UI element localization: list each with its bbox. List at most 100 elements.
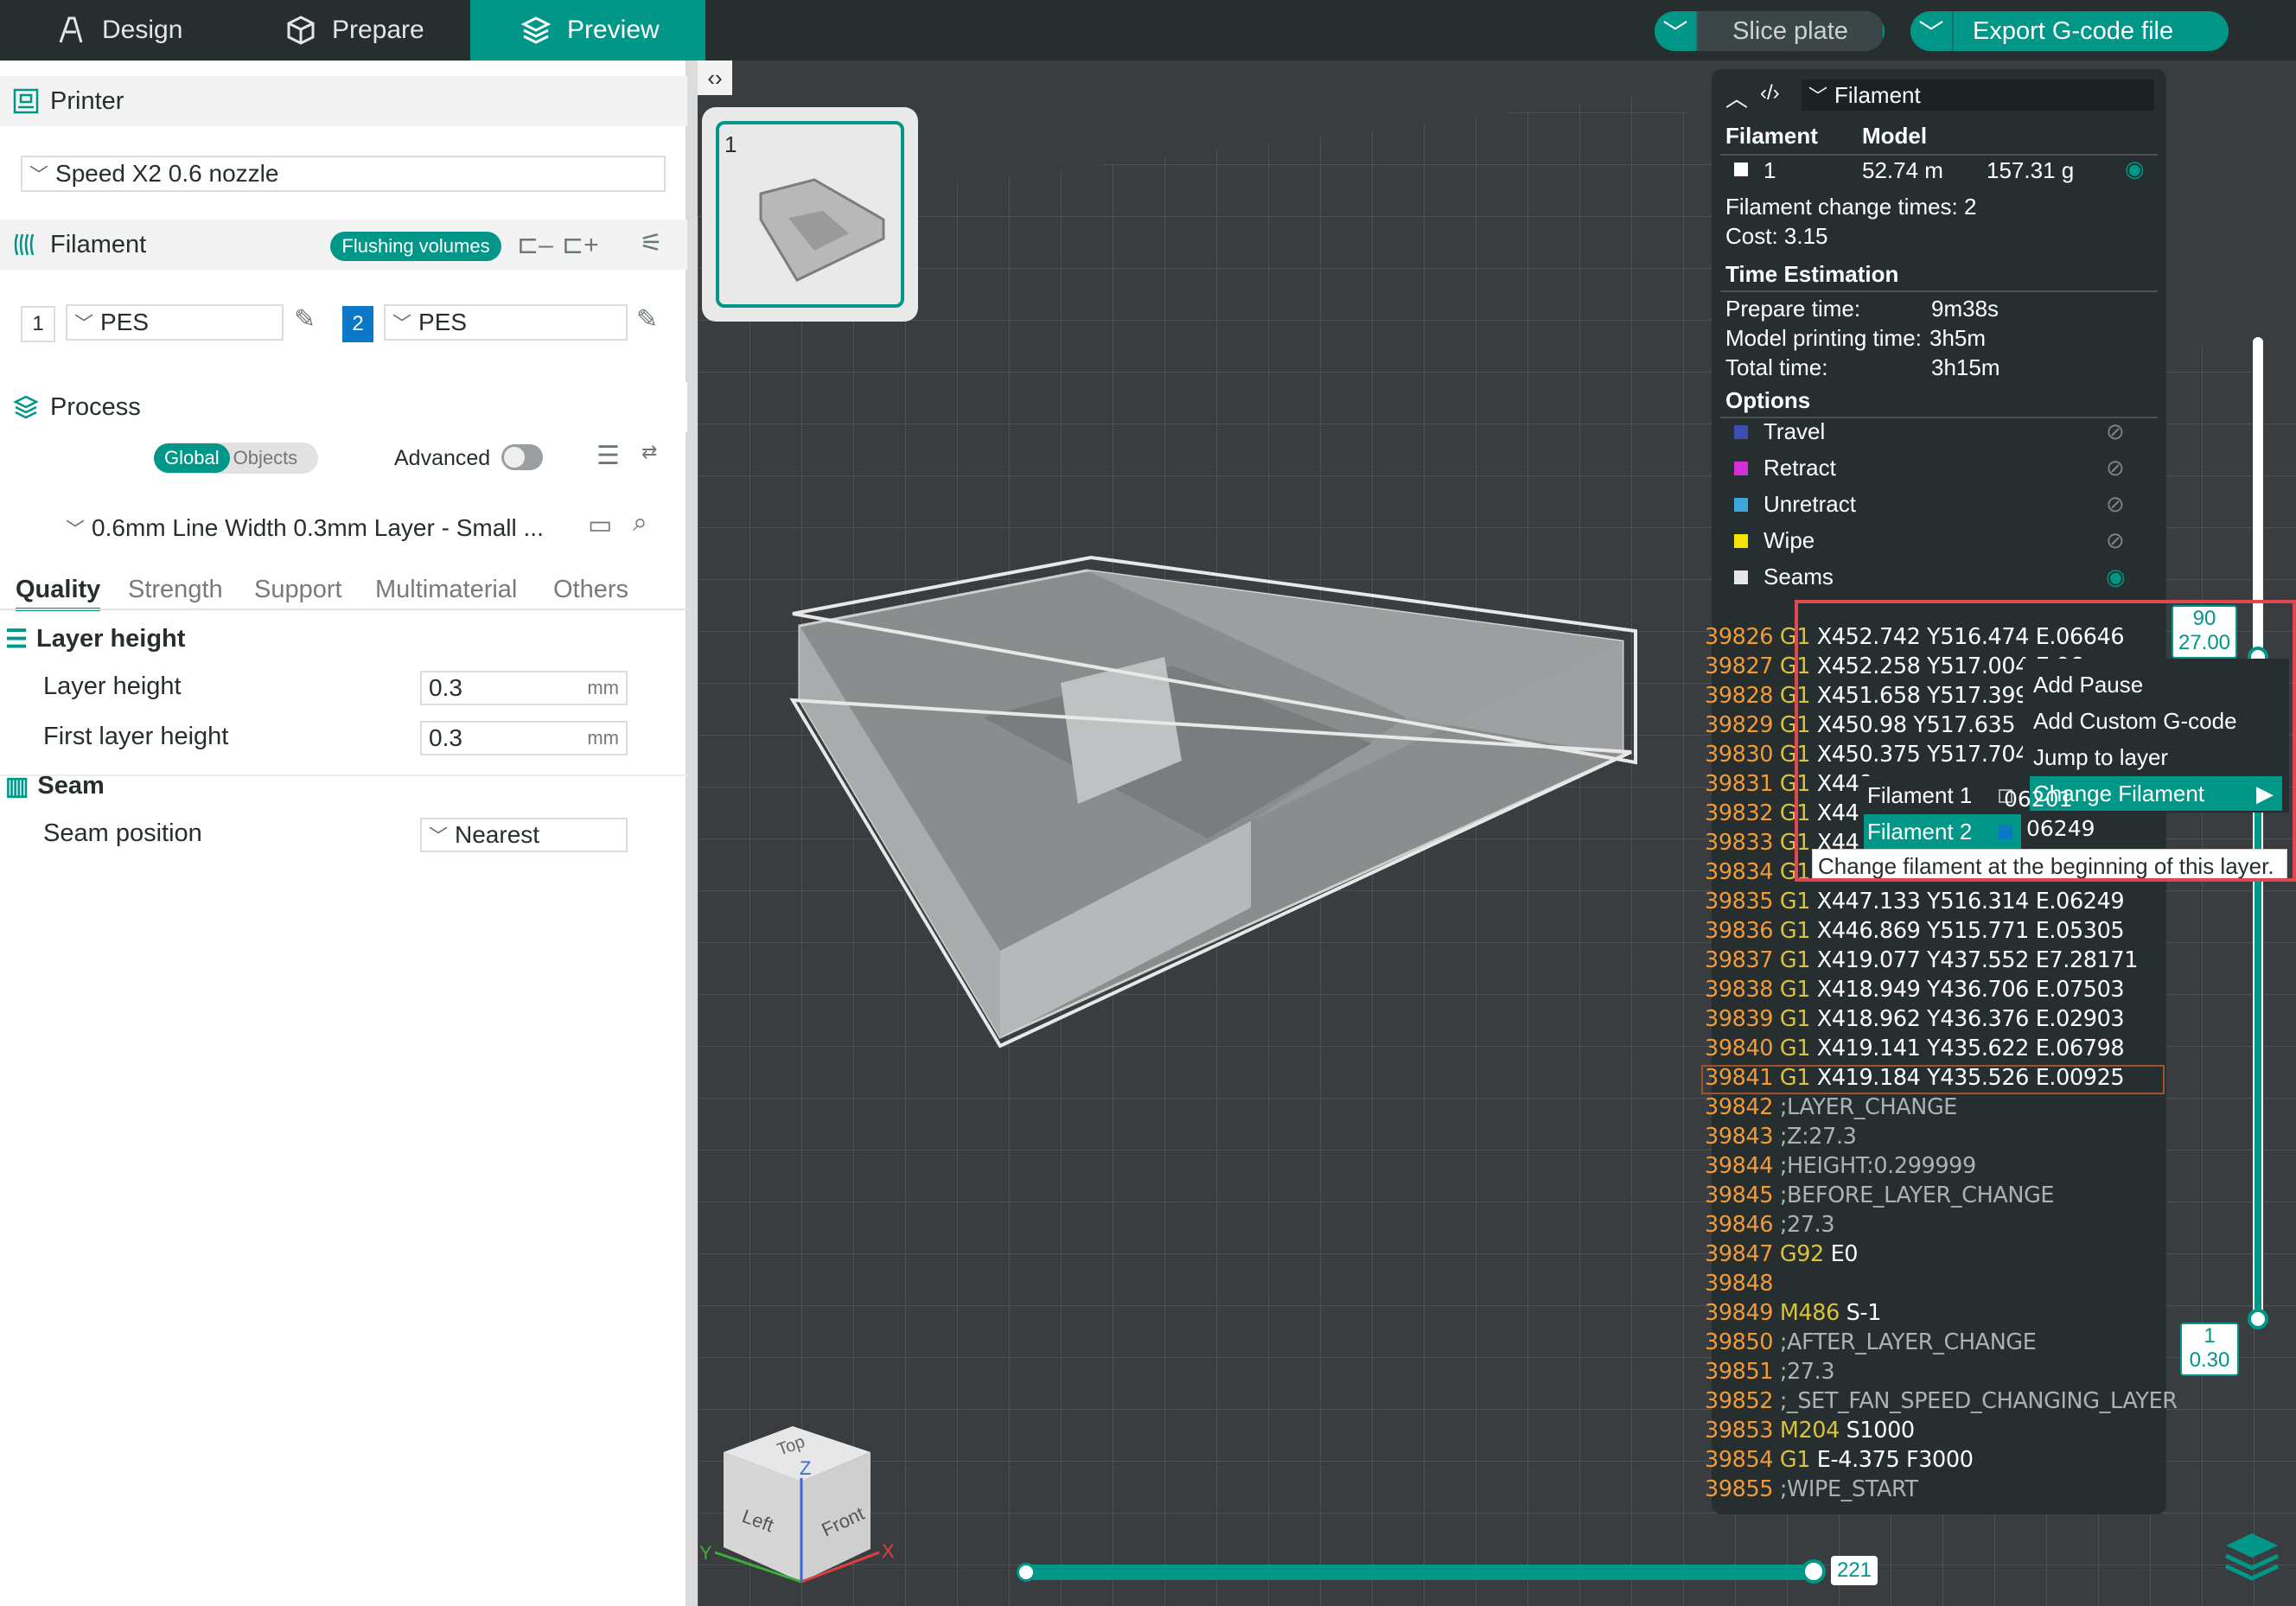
gcode-line[interactable]: 39838 G1 X418.949 Y436.706 E.07503 — [1705, 977, 2125, 1003]
printer-icon — [13, 88, 39, 114]
gcode-line-number: 39826 — [1705, 624, 1774, 650]
filament-change-times: Filament change times: 2 — [1725, 194, 1977, 220]
move-slider-track[interactable] — [1020, 1565, 1822, 1580]
gcode-line-number: 39847 — [1705, 1241, 1774, 1267]
process-global-option[interactable]: Global — [154, 443, 230, 473]
plate-thumbnail[interactable]: 1 — [702, 107, 918, 322]
tab-strength[interactable]: Strength — [128, 576, 223, 604]
tab-prepare[interactable]: Prepare — [265, 0, 455, 61]
layer-top-label: 90 27.00 — [2172, 605, 2237, 659]
gcode-line[interactable]: 39846 ;27.3 — [1705, 1212, 1835, 1238]
tab-quality[interactable]: Quality — [16, 576, 101, 611]
submenu-filament-2[interactable]: Filament 2 — [1864, 814, 2021, 849]
menu-jump-to-layer[interactable]: Jump to layer — [2030, 740, 2282, 774]
filament-2-select[interactable]: ﹀ PES — [384, 304, 628, 341]
gcode-line-number: 39851 — [1705, 1359, 1774, 1385]
gcode-line[interactable]: 39855 ;WIPE_START — [1705, 1476, 1918, 1502]
gcode-line[interactable]: 39853 M204 S1000 — [1705, 1418, 1915, 1443]
flushing-volumes-button[interactable]: Flushing volumes — [330, 232, 501, 261]
export-dropdown-chevron-icon[interactable]: ﹀ — [1910, 11, 1954, 51]
tab-design[interactable]: Design — [35, 0, 207, 61]
current-gcode-line-highlight — [1701, 1065, 2165, 1094]
gcode-line[interactable]: 39843 ;Z:27.3 — [1705, 1124, 1857, 1150]
gcode-line[interactable]: 39845 ;BEFORE_LAYER_CHANGE — [1705, 1182, 2055, 1208]
slice-dropdown-chevron-icon[interactable]: ﹀ — [1655, 11, 1698, 51]
eye-off-icon[interactable]: ⊘ — [2106, 491, 2125, 518]
printer-section-header: Printer — [0, 76, 687, 126]
tab-preview[interactable]: Preview — [470, 0, 705, 61]
edit-filament-1-icon[interactable]: ✎ — [294, 304, 316, 335]
eye-icon[interactable]: ◉ — [2125, 156, 2145, 182]
design-icon — [59, 16, 83, 43]
search-icon[interactable]: ⌕ — [633, 508, 647, 538]
advanced-toggle[interactable] — [501, 444, 543, 470]
tab-support[interactable]: Support — [254, 576, 342, 604]
gcode-arguments: ;AFTER_LAYER_CHANGE — [1779, 1329, 2037, 1355]
gcode-line[interactable]: 39831 G1 X449 — [1705, 771, 1873, 797]
menu-add-custom-gcode[interactable]: Add Custom G-code — [2030, 704, 2282, 738]
gcode-line[interactable]: 39834 G1 — [1705, 859, 1810, 885]
legend-view-select[interactable]: ﹀ Filament — [1802, 80, 2154, 111]
gcode-line[interactable]: 39848 — [1705, 1271, 1774, 1297]
seam-position-select[interactable]: ﹀ Nearest — [420, 818, 628, 852]
slice-plate-button[interactable]: ﹀ Slice plate — [1655, 11, 1885, 51]
eye-off-icon[interactable]: ⊘ — [2106, 418, 2125, 445]
gcode-line[interactable]: 39832 G1 X448 — [1705, 800, 1873, 826]
process-objects-option[interactable]: Objects — [230, 447, 298, 469]
process-scope-toggle[interactable]: Global Objects — [154, 443, 318, 474]
menu-add-pause[interactable]: Add Pause — [2030, 667, 2282, 702]
eye-icon[interactable]: ◉ — [2106, 564, 2126, 590]
gcode-line[interactable]: 39828 G1 X451.658 Y517.399 E.0 — [1705, 683, 2070, 709]
plate-preview-icon — [759, 178, 885, 282]
gcode-line-number: 39854 — [1705, 1447, 1774, 1473]
eye-off-icon[interactable]: ⊘ — [2106, 527, 2125, 554]
gcode-view-icon[interactable]: ‹/› — [1760, 81, 1780, 105]
gcode-line[interactable]: 39836 G1 X446.869 Y515.771 E.05305 — [1705, 918, 2125, 944]
gcode-line[interactable]: 39852 ;_SET_FAN_SPEED_CHANGING_LAYER — [1705, 1388, 2178, 1414]
remove-filament-icon[interactable]: ⊏– — [517, 230, 553, 260]
gcode-line[interactable]: 39835 G1 X447.133 Y516.314 E.06249 — [1705, 889, 2125, 915]
layers-toggle-icon[interactable] — [2221, 1526, 2283, 1589]
collapse-sidebar-icon[interactable]: ‹› — [698, 61, 732, 95]
gcode-line[interactable]: 39844 ;HEIGHT:0.299999 — [1705, 1153, 1976, 1179]
gcode-line[interactable]: 39850 ;AFTER_LAYER_CHANGE — [1705, 1329, 2037, 1355]
move-slider-knob[interactable] — [1802, 1559, 1826, 1584]
filament-settings-icon[interactable]: ⚟ — [640, 228, 663, 258]
first-layer-height-label: First layer height — [43, 723, 229, 750]
filament-1-select[interactable]: ﹀ PES — [66, 304, 284, 341]
gcode-line[interactable]: 39851 ;27.3 — [1705, 1359, 1835, 1385]
gcode-line[interactable]: 39847 G92 E0 — [1705, 1241, 1859, 1267]
gcode-line[interactable]: 39840 G1 X419.141 Y435.622 E.06798 — [1705, 1036, 2125, 1061]
gcode-line[interactable]: 39842 ;LAYER_CHANGE — [1705, 1094, 1957, 1120]
tab-multimaterial[interactable]: Multimaterial — [375, 576, 517, 604]
edit-filament-2-icon[interactable]: ✎ — [636, 304, 658, 335]
gcode-line[interactable]: 39849 M486 S-1 — [1705, 1300, 1881, 1326]
gcode-line[interactable]: 39830 G1 X450.375 Y517.704 E.0 — [1705, 742, 2070, 768]
first-layer-height-unit: mm — [587, 727, 619, 749]
submenu-filament-1[interactable]: Filament 1 — [1864, 778, 2021, 813]
collapse-legend-icon[interactable]: ︿ — [1725, 81, 1748, 113]
gcode-line[interactable]: 39854 G1 E-4.375 F3000 — [1705, 1447, 1974, 1473]
gcode-line[interactable]: 39826 G1 X452.742 Y516.474 E.06646 — [1705, 624, 2125, 650]
sidebar-splitter[interactable] — [687, 61, 698, 1606]
layer-height-input[interactable]: 0.3 mm — [420, 671, 628, 705]
compare-presets-icon[interactable]: ⇄ — [641, 441, 657, 463]
gcode-line[interactable]: 39829 G1 X450.98 Y517.635 E.0 — [1705, 712, 2057, 738]
process-list-icon[interactable]: ☰ — [596, 441, 620, 471]
move-slider-start-knob[interactable] — [1017, 1563, 1036, 1582]
layer-slider-bottom-knob[interactable] — [2248, 1309, 2268, 1329]
view-cube[interactable]: Top Left Front X Y Z — [698, 1392, 1009, 1606]
export-gcode-button[interactable]: ﹀ Export G-code file — [1910, 11, 2229, 51]
printer-preset-select[interactable]: ﹀ Speed X2 0.6 nozzle — [21, 156, 666, 192]
submenu-filament-1-label: Filament 1 — [1867, 782, 1973, 808]
add-filament-icon[interactable]: ⊏+ — [562, 230, 599, 260]
gcode-line[interactable]: 39837 G1 X419.077 Y437.552 E7.28171 — [1705, 947, 2138, 973]
gcode-command: G1 — [1779, 624, 1811, 650]
process-preset-select[interactable]: ﹀ 0.6mm Line Width 0.3mm Layer - Small .… — [57, 510, 576, 546]
save-preset-icon[interactable]: ▭ — [588, 510, 612, 540]
eye-off-icon[interactable]: ⊘ — [2106, 455, 2125, 481]
gcode-command: G1 — [1779, 859, 1811, 885]
first-layer-height-input[interactable]: 0.3 mm — [420, 721, 628, 755]
gcode-line[interactable]: 39839 G1 X418.962 Y436.376 E.02903 — [1705, 1006, 2125, 1032]
tab-others[interactable]: Others — [553, 576, 628, 604]
